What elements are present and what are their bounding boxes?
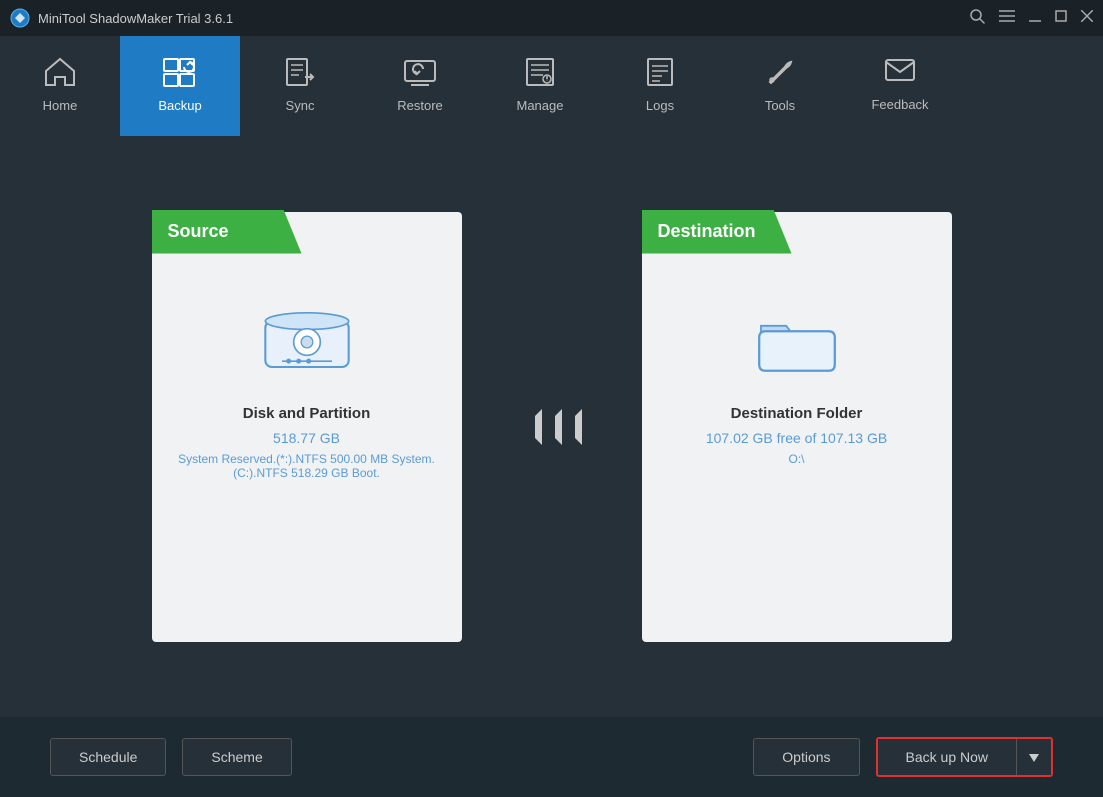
restore-icon — [403, 57, 437, 92]
folder-icon — [752, 302, 842, 387]
window-controls — [969, 8, 1093, 29]
nav-manage[interactable]: Manage — [480, 36, 600, 136]
feedback-icon — [884, 58, 916, 91]
nav-feedback[interactable]: Feedback — [840, 36, 960, 136]
backup-icon — [162, 57, 198, 92]
source-title: Disk and Partition — [243, 405, 371, 422]
destination-path: O:\ — [778, 452, 814, 466]
logs-icon — [646, 57, 674, 92]
source-description: System Reserved.(*:).NTFS 500.00 MB Syst… — [152, 452, 462, 480]
search-icon[interactable] — [969, 8, 985, 29]
minimize-icon[interactable] — [1029, 9, 1041, 27]
nav-manage-label: Manage — [517, 98, 564, 113]
nav-backup-label: Backup — [158, 98, 201, 113]
manage-icon — [525, 57, 555, 92]
source-label: Source — [152, 210, 302, 254]
nav-logs-label: Logs — [646, 98, 674, 113]
tools-icon — [765, 57, 795, 92]
destination-title: Destination Folder — [731, 405, 863, 422]
app-logo — [10, 8, 30, 28]
menu-icon[interactable] — [999, 9, 1015, 27]
nav-sync[interactable]: Sync — [240, 36, 360, 136]
disk-icon — [257, 302, 357, 387]
nav-home-label: Home — [43, 98, 78, 113]
nav-restore[interactable]: Restore — [360, 36, 480, 136]
home-icon — [44, 57, 76, 92]
nav-sync-label: Sync — [286, 98, 315, 113]
nav-restore-label: Restore — [397, 98, 443, 113]
main-content: Source Disk and Partition 518.77 GB Syst… — [0, 136, 1103, 717]
options-button[interactable]: Options — [753, 738, 859, 776]
chevron-3 — [556, 409, 582, 445]
nav-feedback-label: Feedback — [871, 97, 928, 112]
backup-now-group: Back up Now — [876, 737, 1053, 777]
arrow-indicator — [522, 409, 582, 445]
nav-tools-label: Tools — [765, 98, 795, 113]
backup-now-button[interactable]: Back up Now — [878, 739, 1016, 775]
destination-free: 107.02 GB free of 107.13 GB — [706, 430, 887, 446]
nav-logs[interactable]: Logs — [600, 36, 720, 136]
maximize-icon[interactable] — [1055, 9, 1067, 27]
titlebar: MiniTool ShadowMaker Trial 3.6.1 — [0, 0, 1103, 36]
sync-icon — [285, 57, 315, 92]
nav-home[interactable]: Home — [0, 36, 120, 136]
navbar: Home Backup Sync — [0, 36, 1103, 136]
source-card[interactable]: Source Disk and Partition 518.77 GB Syst… — [152, 212, 462, 642]
backup-now-dropdown[interactable] — [1016, 739, 1051, 775]
app-title: MiniTool ShadowMaker Trial 3.6.1 — [38, 11, 969, 26]
scheme-button[interactable]: Scheme — [182, 738, 291, 776]
nav-tools[interactable]: Tools — [720, 36, 840, 136]
nav-backup[interactable]: Backup — [120, 36, 240, 136]
destination-card[interactable]: Destination Destination Folder 107.02 GB… — [642, 212, 952, 642]
source-size: 518.77 GB — [273, 430, 340, 446]
schedule-button[interactable]: Schedule — [50, 738, 166, 776]
bottombar: Schedule Scheme Options Back up Now — [0, 717, 1103, 797]
destination-label: Destination — [642, 210, 792, 254]
close-icon[interactable] — [1081, 9, 1093, 27]
